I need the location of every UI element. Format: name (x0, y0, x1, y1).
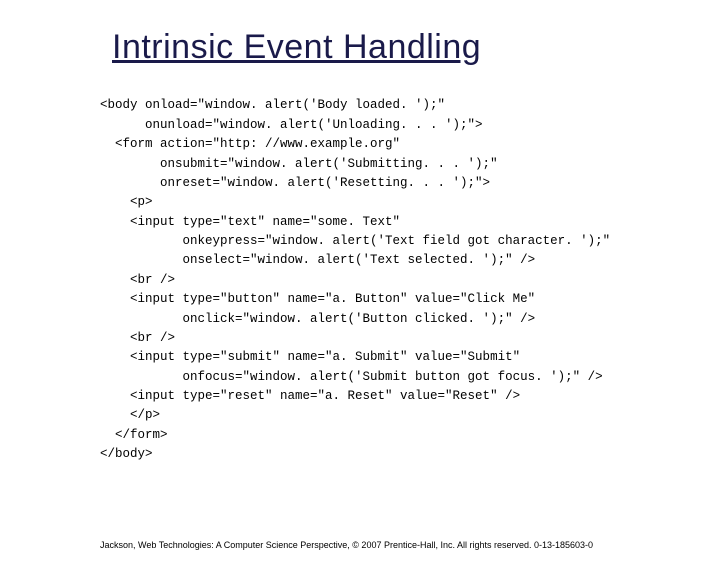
code-line: <br /> (100, 331, 175, 345)
code-line: onreset="window. alert('Resetting. . . '… (100, 176, 490, 190)
code-line: <input type="text" name="some. Text" (100, 215, 400, 229)
code-line: <p> (100, 195, 153, 209)
slide-title: Intrinsic Event Handling (112, 28, 720, 67)
code-line: </form> (100, 428, 168, 442)
code-line: <input type="submit" name="a. Submit" va… (100, 350, 520, 364)
code-line: <input type="reset" name="a. Reset" valu… (100, 389, 520, 403)
code-listing: <body onload="window. alert('Body loaded… (100, 77, 720, 465)
code-line: <form action="http: //www.example.org" (100, 137, 400, 151)
code-line: <br /> (100, 273, 175, 287)
code-line: </p> (100, 408, 160, 422)
code-line: </body> (100, 447, 153, 461)
code-line: onselect="window. alert('Text selected. … (100, 253, 535, 267)
code-line: onclick="window. alert('Button clicked. … (100, 312, 535, 326)
footer-citation: Jackson, Web Technologies: A Computer Sc… (100, 540, 593, 550)
code-line: onsubmit="window. alert('Submitting. . .… (100, 157, 498, 171)
code-line: onfocus="window. alert('Submit button go… (100, 370, 603, 384)
code-line: <body onload="window. alert('Body loaded… (100, 98, 445, 112)
code-line: onkeypress="window. alert('Text field go… (100, 234, 610, 248)
code-line: <input type="button" name="a. Button" va… (100, 292, 535, 306)
code-line: onunload="window. alert('Unloading. . . … (100, 118, 483, 132)
